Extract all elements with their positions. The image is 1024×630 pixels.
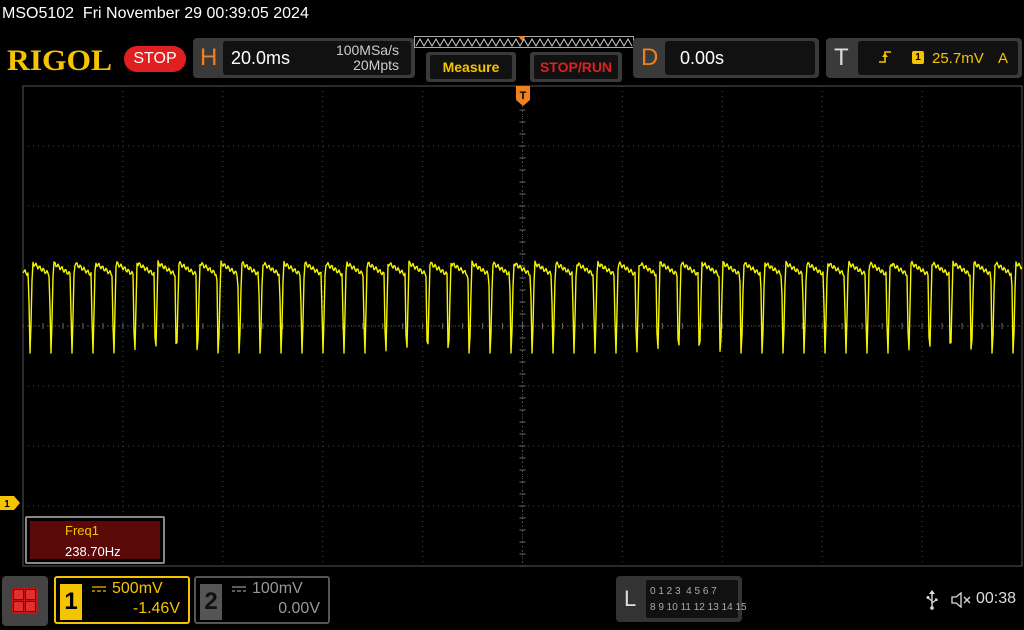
waveform-display[interactable]: T 1 [0, 84, 1024, 570]
horizontal-panel[interactable]: H 20.0ms 100MSa/s 20Mpts [193, 38, 415, 78]
logic-channels-row2: 8 9 10 11 12 13 14 15 [650, 602, 747, 613]
trigger-values: 1 25.7mV A [858, 41, 1018, 75]
device-datetime: MSO5102 Fri November 29 00:39:05 2024 [2, 5, 309, 22]
trigger-source-badge: 1 [912, 51, 924, 64]
stop-run-button[interactable]: STOP/RUN [530, 52, 622, 82]
dc-coupling-icon [92, 586, 106, 592]
memory-depth: 20Mpts [353, 57, 399, 73]
rising-edge-icon [879, 51, 891, 63]
sample-rate: 100MSa/s [335, 42, 399, 58]
usb-icon [926, 590, 938, 610]
channel1-scale: 500mV [112, 580, 163, 597]
acquisition-info: 100MSa/s 20Mpts [336, 43, 399, 73]
channel1-settings[interactable]: 1 500mV -1.46V [54, 576, 190, 624]
dc-coupling-icon [232, 586, 246, 592]
trigger-mode: A [998, 50, 1009, 67]
run-state-badge[interactable]: STOP [124, 46, 186, 72]
rigol-logo: RIGOL [7, 44, 113, 77]
measure-button[interactable]: Measure [426, 52, 516, 82]
trigger-marker-label: T [520, 90, 527, 102]
logic-channels-row1: 0 1 2 3 4 5 6 7 [650, 586, 717, 597]
bottom-status-bar: 1 500mV -1.46V 2 100mV 0.00V L 0 1 2 3 4… [0, 572, 1024, 630]
trigger-letter: T [834, 44, 849, 71]
main-menu-button[interactable] [2, 576, 48, 626]
system-clock: 00:38 [976, 590, 1017, 607]
menu-grid-icon [12, 588, 38, 614]
channel1-ground-marker: 1 [0, 496, 20, 510]
speaker-muted-icon[interactable] [950, 590, 972, 610]
measurement-value: 238.70Hz [65, 544, 121, 559]
trigger-level: 25.7mV [932, 50, 984, 67]
channel2-settings[interactable]: 2 100mV 0.00V [194, 576, 330, 624]
timebase-value: 20.0ms [231, 48, 291, 68]
trigger-panel[interactable]: T 1 25.7mV A [826, 38, 1022, 78]
horizontal-values: 20.0ms 100MSa/s 20Mpts [223, 41, 411, 75]
measurement-result-box[interactable]: Freq1 238.70Hz [25, 516, 165, 564]
delay-value: 0.00s [680, 48, 725, 68]
channel1-number: 1 [60, 584, 82, 620]
memory-position-indicator [414, 36, 634, 48]
logic-letter: L [624, 586, 637, 611]
top-toolbar: RIGOL STOP H 20.0ms 100MSa/s 20Mpts Meas… [0, 34, 1024, 84]
logic-analyzer-panel[interactable]: L 0 1 2 3 4 5 6 7 8 9 10 11 12 13 14 15 [616, 576, 747, 622]
measure-button-label: Measure [430, 55, 512, 79]
graticule-grid [22, 85, 1023, 567]
delay-values: 0.00s [665, 41, 815, 75]
channel2-scale: 100mV [252, 580, 303, 597]
horizontal-letter: H [200, 44, 218, 71]
delay-panel[interactable]: D 0.00s [633, 38, 819, 78]
logic-channels: 0 1 2 3 4 5 6 7 8 9 10 11 12 13 14 15 [646, 580, 747, 618]
measurement-name: Freq1 [65, 523, 99, 538]
channel-marker-label: 1 [4, 499, 10, 510]
delay-letter: D [641, 44, 659, 71]
channel1-offset: -1.46V [132, 600, 180, 617]
title-bar: MSO5102 Fri November 29 00:39:05 2024 [0, 0, 1024, 30]
channel2-offset: 0.00V [278, 600, 320, 617]
channel2-number: 2 [200, 584, 222, 620]
trigger-position-marker: T [516, 86, 530, 106]
stop-run-button-label: STOP/RUN [534, 55, 618, 79]
